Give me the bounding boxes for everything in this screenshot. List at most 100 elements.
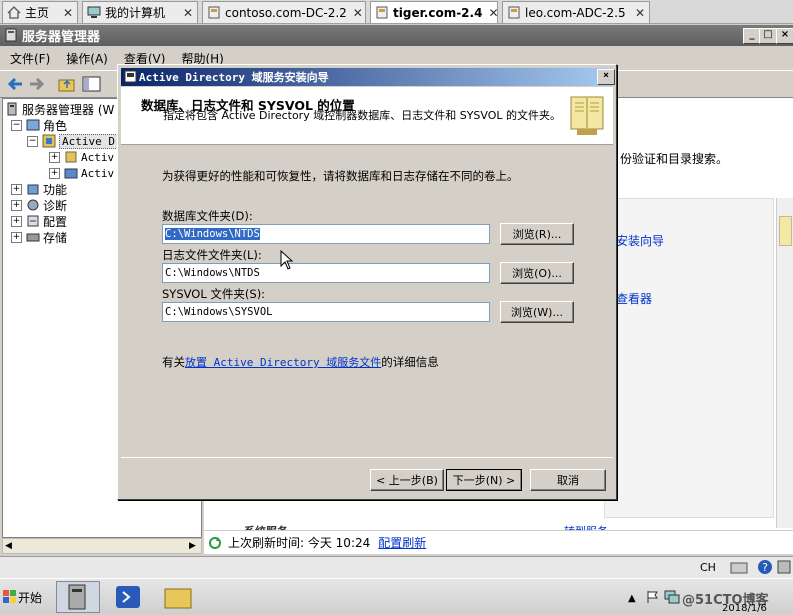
- server-manager-icon: [4, 28, 18, 42]
- tree-horizontal-scrollbar[interactable]: ◀ ▶: [2, 538, 202, 554]
- browse-log-button[interactable]: 浏览(O)...: [500, 262, 574, 284]
- vm-tab-bar: 主页 ✕ 我的计算机 ✕ contoso.com-DC-2.2 ✕ tiger.…: [0, 0, 793, 24]
- tree-item-ad-child-1[interactable]: + Activ: [49, 149, 114, 165]
- ad-ds-install-wizard: Active Directory 域服务安装向导 × 数据库、日志文件和 SYS…: [117, 64, 617, 500]
- taskbar-server-manager[interactable]: [56, 581, 100, 613]
- expand-icon[interactable]: +: [11, 215, 22, 227]
- tree-item-active-directory[interactable]: − Active D: [27, 133, 118, 149]
- wizard-link[interactable]: 安装向导: [616, 232, 664, 249]
- maximize-button[interactable]: □: [759, 28, 777, 44]
- forward-arrow-icon[interactable]: [28, 76, 46, 92]
- tree-label: 角色: [43, 118, 68, 133]
- last-refresh-text: 上次刷新时间: 今天 10:24: [228, 536, 371, 550]
- book-icon: [569, 93, 605, 139]
- taskbar: 开始 ▲ @51CTO博客 2018/1/6: [0, 578, 793, 614]
- explorer-icon[interactable]: [162, 583, 194, 611]
- log-folder-input[interactable]: C:\Windows\NTDS: [162, 263, 490, 283]
- page-subheading: 指定将包含 Active Directory 域控制器数据库、日志文件和 SYS…: [163, 109, 562, 122]
- tab-label: leo.com-ADC-2.5: [525, 5, 626, 20]
- close-icon[interactable]: ✕: [177, 6, 193, 20]
- details-vertical-scrollbar[interactable]: [776, 198, 793, 528]
- expand-icon[interactable]: +: [11, 199, 22, 211]
- sysvol-folder-input[interactable]: C:\Windows\SYSVOL: [162, 302, 490, 322]
- computer-icon: [87, 6, 101, 19]
- refresh-icon: [208, 536, 222, 550]
- viewer-link[interactable]: 查看器: [616, 290, 652, 307]
- tree-item-roles[interactable]: − 角色: [11, 117, 67, 133]
- ad-icon: [42, 134, 56, 148]
- tree-item-features[interactable]: + 功能: [11, 181, 67, 197]
- back-button[interactable]: < 上一步(B): [370, 469, 444, 491]
- tree-label: Activ: [81, 166, 115, 180]
- dialog-close-button[interactable]: ×: [597, 69, 615, 85]
- database-folder-label: 数据库文件夹(D):: [162, 209, 253, 223]
- tab-leo[interactable]: leo.com-ADC-2.5 ✕: [502, 1, 650, 23]
- network-icon[interactable]: [664, 590, 680, 604]
- tree-label: 功能: [43, 182, 68, 197]
- start-button[interactable]: 开始: [2, 583, 50, 611]
- options-icon[interactable]: [776, 559, 792, 575]
- tab-home[interactable]: 主页 ✕: [2, 1, 78, 23]
- footer-divider: [121, 457, 613, 458]
- database-folder-input[interactable]: C:\Windows\NTDS: [162, 224, 490, 244]
- tree-label: 服务器管理器 (W: [22, 102, 115, 117]
- placement-help-link[interactable]: 放置 Active Directory 域服务文件: [185, 356, 381, 369]
- keyboard-icon[interactable]: [730, 560, 748, 575]
- wizard-header: 数据库、日志文件和 SYSVOL 的位置 指定将包含 Active Direct…: [121, 87, 613, 145]
- configure-refresh-link[interactable]: 配置刷新: [378, 534, 426, 551]
- tab-my-computer[interactable]: 我的计算机 ✕: [82, 1, 198, 23]
- expand-icon[interactable]: +: [49, 151, 60, 163]
- tab-label: 主页: [25, 6, 50, 20]
- menu-file[interactable]: 文件(F): [4, 50, 56, 67]
- status-bar: 上次刷新时间: 今天 10:24 配置刷新: [204, 530, 793, 554]
- menu-action[interactable]: 操作(A): [60, 50, 114, 67]
- wizard-icon: [124, 70, 137, 83]
- flag-icon[interactable]: [646, 590, 660, 604]
- tree-item-storage[interactable]: + 存储: [11, 229, 67, 245]
- tab-tiger[interactable]: tiger.com-2.4 ✕: [370, 1, 498, 23]
- tree-item-server-manager[interactable]: 服务器管理器 (W: [5, 101, 114, 117]
- browse-database-button[interactable]: 浏览(R)...: [500, 223, 574, 245]
- help-icon[interactable]: ?: [757, 559, 773, 575]
- tray-arrow-icon[interactable]: ▲: [628, 593, 636, 604]
- up-folder-icon[interactable]: [58, 75, 76, 93]
- tab-contoso[interactable]: contoso.com-DC-2.2 ✕: [202, 1, 366, 23]
- close-icon[interactable]: ✕: [57, 6, 73, 20]
- tree-label: 存储: [43, 230, 68, 245]
- back-arrow-icon[interactable]: [6, 76, 24, 92]
- close-icon[interactable]: ✕: [629, 6, 645, 20]
- sysvol-folder-value: C:\Windows\SYSVOL: [165, 306, 273, 318]
- home-icon: [7, 6, 21, 19]
- tree-item-ad-child-2[interactable]: + Activ: [49, 165, 114, 181]
- close-icon[interactable]: ✕: [482, 6, 497, 20]
- scroll-thumb[interactable]: [779, 216, 792, 246]
- vm-icon: [207, 6, 221, 19]
- powershell-icon[interactable]: [112, 583, 144, 611]
- database-folder-value: C:\Windows\NTDS: [165, 228, 260, 240]
- close-button[interactable]: ×: [776, 28, 793, 44]
- server-icon: [5, 102, 19, 116]
- scroll-right-icon[interactable]: ▶: [189, 541, 196, 551]
- tree-label: Active D: [59, 133, 118, 149]
- expand-icon[interactable]: +: [11, 231, 22, 243]
- vm-icon: [507, 6, 521, 19]
- clock-date[interactable]: 2018/1/6: [722, 603, 767, 614]
- collapse-icon[interactable]: −: [27, 135, 38, 147]
- roles-icon: [26, 118, 40, 132]
- expand-icon[interactable]: +: [49, 167, 60, 179]
- close-icon[interactable]: ✕: [347, 6, 363, 20]
- language-indicator[interactable]: CH: [700, 561, 716, 574]
- tree-item-diagnostics[interactable]: + 诊断: [11, 197, 67, 213]
- intro-text: 为获得更好的性能和可恢复性，请将数据库和日志存储在不同的卷上。: [162, 169, 519, 183]
- show-hide-console-tree-icon[interactable]: [82, 75, 102, 93]
- next-button[interactable]: 下一步(N) >: [446, 469, 522, 491]
- browse-sysvol-button[interactable]: 浏览(W)...: [500, 301, 574, 323]
- scroll-left-icon[interactable]: ◀: [5, 541, 12, 551]
- tree-item-configuration[interactable]: + 配置: [11, 213, 67, 229]
- cancel-button[interactable]: 取消: [530, 469, 606, 491]
- info-prefix: 有关: [162, 355, 185, 369]
- windows-logo-icon: [2, 589, 18, 605]
- collapse-icon[interactable]: −: [11, 119, 22, 131]
- log-folder-label: 日志文件文件夹(L):: [162, 248, 262, 262]
- expand-icon[interactable]: +: [11, 183, 22, 195]
